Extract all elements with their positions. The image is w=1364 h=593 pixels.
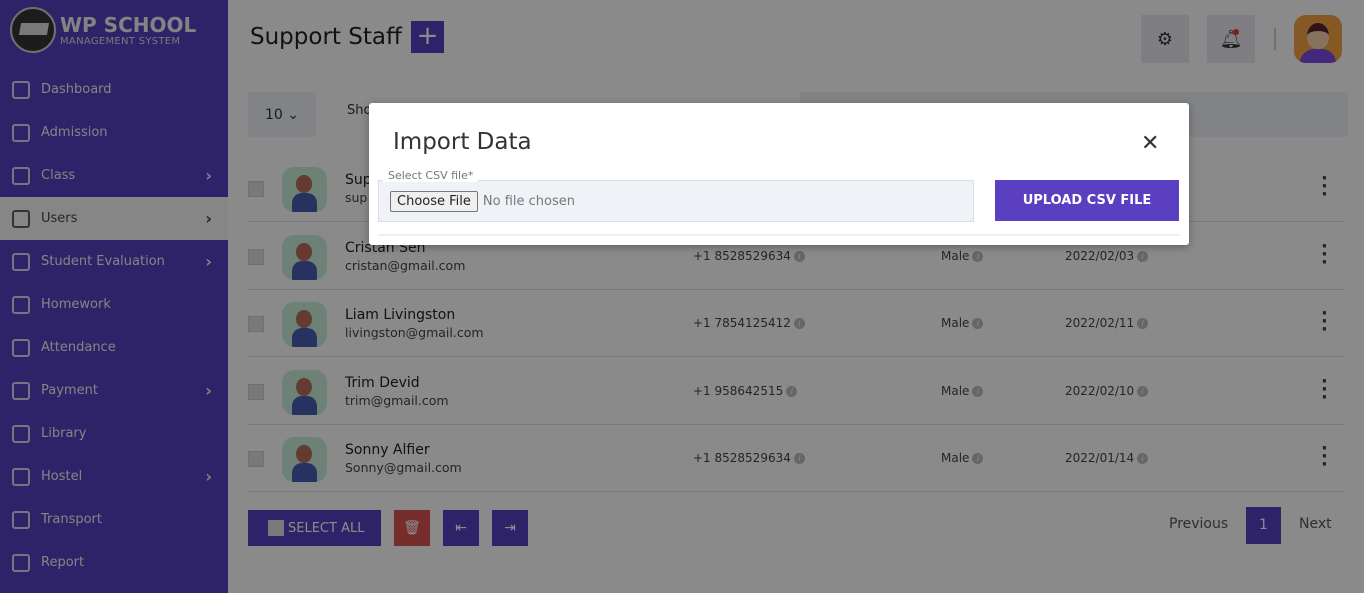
close-icon[interactable]: ✕ — [1141, 131, 1159, 156]
modal-backdrop[interactable] — [0, 0, 1364, 593]
csv-file-label: Select CSV file* — [383, 169, 479, 182]
choose-file-button[interactable]: Choose File — [390, 190, 478, 212]
csv-file-input[interactable]: Choose File No file chosen — [378, 180, 974, 222]
file-status: No file chosen — [482, 193, 575, 209]
modal-title: Import Data — [393, 129, 532, 155]
upload-csv-button[interactable]: UPLOAD CSV FILE — [995, 180, 1179, 221]
modal-divider — [378, 234, 1180, 236]
import-data-modal: Import Data ✕ Choose File No file chosen … — [369, 103, 1189, 245]
